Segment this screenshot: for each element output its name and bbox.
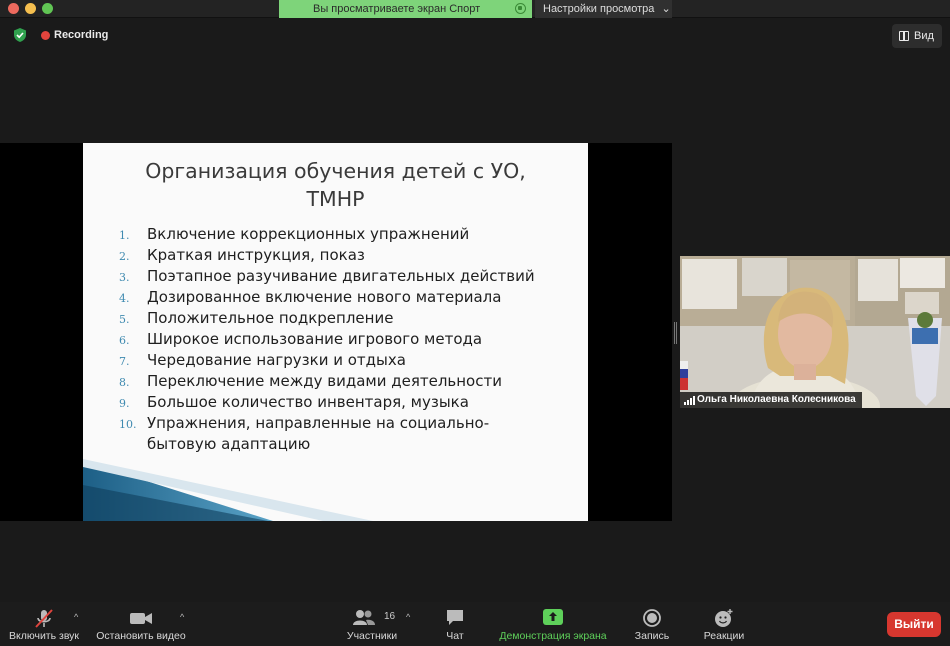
item-number: 4. bbox=[119, 292, 130, 305]
presentation-slide: Организация обучения детей с УО, ТМНР 1.… bbox=[83, 143, 588, 521]
item-text: Поэтапное разучивание двигательных дейст… bbox=[147, 267, 535, 285]
reactions-button[interactable]: Реакции bbox=[698, 602, 750, 646]
participants-options-chevron-icon[interactable]: ^ bbox=[406, 612, 410, 622]
item-number: 5. bbox=[119, 313, 130, 326]
close-window-button[interactable] bbox=[8, 3, 19, 14]
view-options-label: Настройки просмотра bbox=[543, 3, 655, 15]
minimize-window-button[interactable] bbox=[25, 3, 36, 14]
unmute-label: Включить звук bbox=[8, 630, 80, 642]
item-text: Широкое использование игрового метода bbox=[147, 330, 483, 348]
screen-share-banner: Вы просматриваете экран Спорт bbox=[279, 0, 532, 18]
record-button[interactable]: Запись bbox=[630, 602, 674, 646]
slide-decoration bbox=[83, 459, 373, 521]
item-number: 6. bbox=[119, 334, 130, 347]
video-camera-icon bbox=[130, 613, 152, 624]
shield-icon[interactable] bbox=[12, 27, 28, 43]
view-button-label: Вид bbox=[914, 30, 934, 42]
shared-screen: Организация обучения детей с УО, ТМНР 1.… bbox=[0, 143, 672, 521]
unmute-button[interactable]: Включить звук bbox=[4, 602, 84, 646]
slide-title-line: Организация обучения детей с УО, bbox=[145, 159, 526, 183]
view-options-menu[interactable]: Настройки просмотра ⌄ bbox=[535, 0, 672, 18]
share-screen-button[interactable]: Демонстрация экрана bbox=[493, 602, 613, 646]
participant-name: Ольга Николаевна Колесникова bbox=[697, 394, 856, 405]
stop-video-button[interactable]: Остановить видео bbox=[92, 602, 190, 646]
item-number: 10. bbox=[119, 418, 137, 431]
view-button[interactable]: Вид bbox=[892, 24, 942, 48]
video-options-chevron-icon[interactable]: ^ bbox=[180, 612, 184, 622]
window-controls bbox=[8, 3, 53, 14]
participants-count: 16 bbox=[384, 611, 396, 622]
slide-title: Организация обучения детей с УО, ТМНР bbox=[83, 157, 588, 213]
leave-button[interactable]: Выйти bbox=[887, 612, 941, 637]
audio-options-chevron-icon[interactable]: ^ bbox=[74, 612, 78, 622]
slide-list-item: 8. Переключение между видами деятельности bbox=[119, 371, 579, 392]
participants-icon bbox=[353, 610, 375, 625]
record-icon bbox=[643, 609, 661, 627]
slide-list: 1. Включение коррекционных упражнений 2. К… bbox=[119, 224, 579, 455]
item-number: 2. bbox=[119, 250, 130, 263]
share-screen-icon bbox=[543, 609, 563, 625]
zoom-window-button[interactable] bbox=[42, 3, 53, 14]
record-label: Запись bbox=[634, 630, 670, 642]
item-number: 3. bbox=[119, 271, 130, 284]
slide-list-item: 2. Краткая инструкция, показ bbox=[119, 245, 579, 266]
share-screen-label: Демонстрация экрана bbox=[499, 630, 607, 642]
slide-list-item: 4. Дозированное включение нового материал… bbox=[119, 287, 579, 308]
item-text: Краткая инструкция, показ bbox=[147, 246, 365, 264]
split-resize-handle[interactable] bbox=[674, 322, 677, 344]
slide-list-item: 6. Широкое использование игрового метода bbox=[119, 329, 579, 350]
slide-list-item: 5. Положительное подкрепление bbox=[119, 308, 579, 329]
recording-label: Recording bbox=[54, 29, 109, 41]
stop-video-label: Остановить видео bbox=[96, 630, 186, 642]
slide-list-item: 7. Чередование нагрузки и отдыха bbox=[119, 350, 579, 371]
item-number: 9. bbox=[119, 397, 130, 410]
participants-button[interactable]: 16 Участники bbox=[342, 602, 402, 646]
participant-video-frame bbox=[680, 256, 950, 408]
zoom-window: Вы просматриваете экран Спорт Настройки … bbox=[0, 0, 950, 646]
title-bar: Вы просматриваете экран Спорт Настройки … bbox=[0, 0, 950, 18]
signal-strength-icon bbox=[684, 396, 695, 405]
recording-dot-icon bbox=[41, 31, 50, 40]
chat-button[interactable]: Чат bbox=[435, 602, 475, 646]
chat-label: Чат bbox=[446, 630, 464, 642]
slide-list-item: 9. Большое количество инвентаря, музыка bbox=[119, 392, 579, 413]
item-text: Включение коррекционных упражнений bbox=[147, 225, 470, 243]
chat-icon bbox=[447, 610, 463, 625]
item-number: 7. bbox=[119, 355, 130, 368]
item-text: Положительное подкрепление bbox=[147, 309, 394, 327]
item-text: Чередование нагрузки и отдыха bbox=[147, 351, 406, 369]
participant-video-tile[interactable]: Ольга Николаевна Колесникова bbox=[680, 256, 950, 408]
view-layout-icon bbox=[899, 31, 909, 41]
item-number: 8. bbox=[119, 376, 130, 389]
screen-share-banner-text: Вы просматриваете экран Спорт bbox=[313, 3, 481, 15]
mic-muted-icon bbox=[35, 609, 53, 628]
item-text: Большое количество инвентаря, музыка bbox=[147, 393, 469, 411]
item-text: Переключение между видами деятельности bbox=[147, 372, 502, 390]
slide-title-line: ТМНР bbox=[306, 187, 365, 211]
reactions-label: Реакции bbox=[703, 630, 745, 642]
item-text: Дозированное включение нового материала bbox=[147, 288, 502, 306]
stop-icon[interactable] bbox=[515, 3, 526, 14]
participant-name-tag: Ольга Николаевна Колесникова bbox=[680, 392, 862, 408]
meeting-toolbar: Включить звук ^ Остановить видео ^ 16 Уч… bbox=[0, 602, 950, 646]
item-number: 1. bbox=[119, 229, 130, 242]
slide-list-item: 3. Поэтапное разучивание двигательных дей… bbox=[119, 266, 579, 287]
chevron-down-icon: ⌄ bbox=[661, 3, 671, 15]
reactions-icon bbox=[715, 609, 733, 627]
slide-list-item: 1. Включение коррекционных упражнений bbox=[119, 224, 579, 245]
participants-label: Участники bbox=[346, 630, 398, 642]
